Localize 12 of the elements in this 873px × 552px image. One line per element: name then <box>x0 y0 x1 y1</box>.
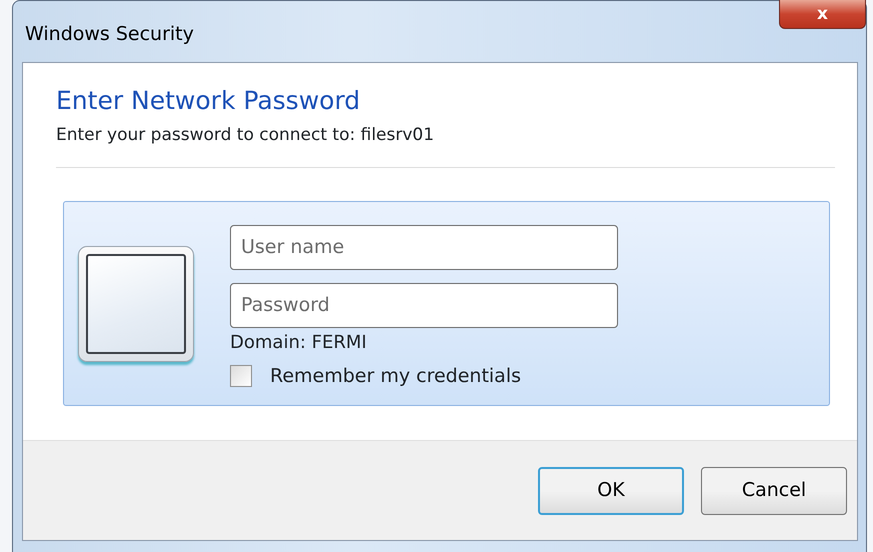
dialog-heading: Enter Network Password <box>56 85 362 117</box>
window-title: Windows Security <box>25 22 194 47</box>
user-tile-icon <box>78 246 194 362</box>
close-button[interactable]: x <box>779 0 866 29</box>
dialog-subtitle: Enter your password to connect to: filesrv01 <box>56 124 436 147</box>
domain-label: Domain: FERMI <box>230 330 368 354</box>
remember-label: Remember my credentials <box>270 364 522 388</box>
password-field[interactable]: Password <box>230 282 618 328</box>
cancel-button[interactable]: Cancel <box>701 466 847 514</box>
username-field[interactable]: User name <box>230 224 618 270</box>
remember-checkbox[interactable] <box>230 364 252 387</box>
ok-button[interactable]: OK <box>538 466 684 514</box>
